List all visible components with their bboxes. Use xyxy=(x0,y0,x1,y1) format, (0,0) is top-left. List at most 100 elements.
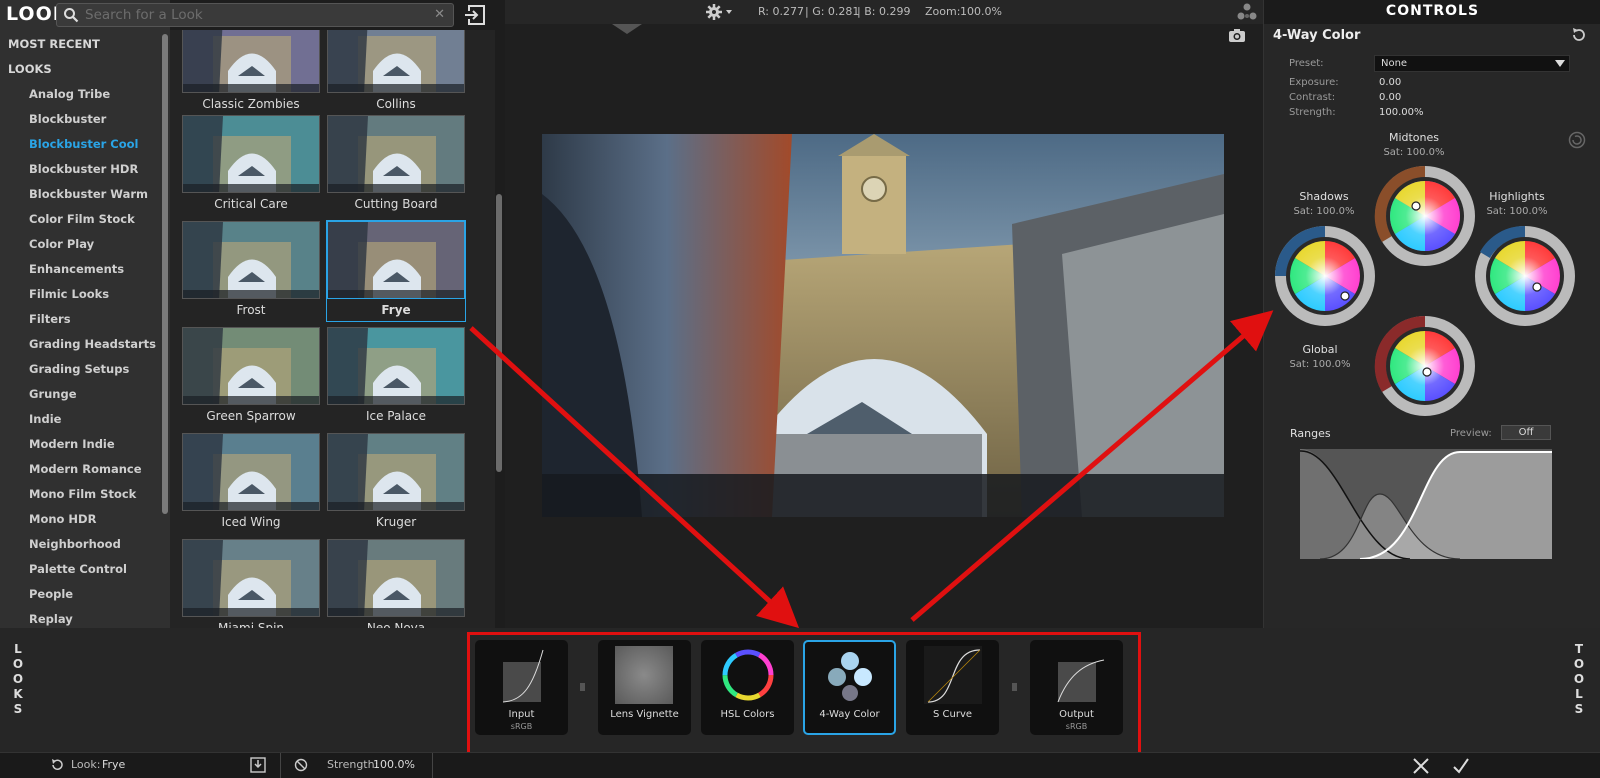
category-item[interactable]: Replay xyxy=(29,612,73,626)
look-thumbnail-label: Green Sparrow xyxy=(206,409,296,423)
category-scrollbar[interactable] xyxy=(162,34,168,514)
g-value: | G: 0.281 xyxy=(805,5,860,18)
camera-icon[interactable] xyxy=(1228,28,1246,43)
b-value: | B: 0.299 xyxy=(857,5,911,18)
disable-icon[interactable] xyxy=(294,758,308,772)
category-item[interactable]: Indie xyxy=(29,412,61,426)
save-look-icon[interactable] xyxy=(250,757,266,773)
look-thumbnail[interactable] xyxy=(327,327,465,405)
look-thumbnail-label: Neo Noya xyxy=(366,621,426,628)
category-item[interactable]: Filters xyxy=(29,312,71,326)
look-thumbnail[interactable] xyxy=(182,115,320,193)
look-thumbnail[interactable] xyxy=(182,433,320,511)
looks-side-tab[interactable]: LOOKS xyxy=(12,642,24,717)
zoom-label: Zoom: xyxy=(925,5,961,18)
category-item[interactable]: Neighborhood xyxy=(29,537,121,551)
preset-value: None xyxy=(1381,58,1408,69)
search-icon xyxy=(64,8,79,23)
look-thumbnail[interactable] xyxy=(327,30,465,93)
look-thumbnail-label: Ice Palace xyxy=(365,409,427,423)
zoom-value[interactable]: 100.0% xyxy=(960,5,1002,18)
strength-value[interactable]: 100.00% xyxy=(1379,107,1424,118)
look-thumbnail-label: Cutting Board xyxy=(354,197,438,211)
category-item[interactable]: Mono Film Stock xyxy=(29,487,136,501)
preset-label: Preset: xyxy=(1289,58,1324,69)
look-thumbnail[interactable] xyxy=(182,30,320,93)
look-thumbnail-label: Collins xyxy=(376,97,416,111)
tools-side-tab[interactable]: TOOLS xyxy=(1573,642,1585,717)
cancel-icon[interactable] xyxy=(1412,757,1430,775)
viewer-toolbar: R: 0.277 | G: 0.281 | B: 0.299 Zoom: 100… xyxy=(505,0,1263,24)
strength-status-value[interactable]: 100.0% xyxy=(373,758,415,771)
midtones-sat: Sat: 100.0% xyxy=(1383,147,1445,158)
look-value: Frye xyxy=(102,758,126,771)
exit-icon[interactable] xyxy=(463,4,487,26)
category-item-active[interactable]: Blockbuster Cool xyxy=(29,137,139,151)
category-item[interactable]: People xyxy=(29,587,73,601)
contrast-value[interactable]: 0.00 xyxy=(1379,92,1401,103)
r-value: R: 0.277 xyxy=(758,5,804,18)
annotation-highlight-box xyxy=(467,632,1141,756)
preview-toggle[interactable]: Off xyxy=(1501,425,1551,440)
look-thumbnail[interactable] xyxy=(327,115,465,193)
ranges-curves[interactable] xyxy=(1300,449,1552,559)
shadows-wheel[interactable] xyxy=(1275,226,1375,326)
look-thumbnail[interactable] xyxy=(327,433,465,511)
look-thumbnail-label: Critical Care xyxy=(214,197,288,211)
category-item[interactable]: Blockbuster xyxy=(29,112,106,126)
contrast-label: Contrast: xyxy=(1289,92,1336,103)
clear-search-icon[interactable]: ✕ xyxy=(434,7,445,22)
app-window: LOOKS MOST RECENT LOOKS Analog Tribe Blo… xyxy=(0,0,1600,778)
category-item[interactable]: Grunge xyxy=(29,387,77,401)
category-item[interactable]: Modern Romance xyxy=(29,462,142,476)
selected-look-frame xyxy=(326,220,466,322)
category-item[interactable]: Modern Indie xyxy=(29,437,115,451)
look-thumbnail[interactable] xyxy=(182,221,320,299)
category-looks[interactable]: LOOKS xyxy=(8,62,52,76)
look-thumbnail[interactable] xyxy=(182,539,320,617)
look-thumbnail[interactable] xyxy=(182,327,320,405)
look-thumbnail-label: Iced Wing xyxy=(221,515,281,529)
main-preview-image[interactable] xyxy=(542,134,1224,517)
category-sidebar: LOOKS MOST RECENT LOOKS Analog Tribe Blo… xyxy=(0,0,170,628)
category-item[interactable]: Mono HDR xyxy=(29,512,96,526)
status-bar: Look: Frye Strength: 100.0% xyxy=(0,752,1600,778)
tool-title: 4-Way Color xyxy=(1273,28,1361,43)
category-item[interactable]: Blockbuster HDR xyxy=(29,162,138,176)
category-item[interactable]: Grading Headstarts xyxy=(29,337,156,351)
midtones-wheel[interactable] xyxy=(1374,165,1475,266)
category-item[interactable]: Color Play xyxy=(29,237,94,251)
category-item[interactable]: Filmic Looks xyxy=(29,287,109,301)
apply-check-icon[interactable] xyxy=(1452,757,1470,775)
layout-icon[interactable] xyxy=(1236,3,1258,21)
wheel-reset-icon[interactable] xyxy=(1568,131,1586,149)
strength-status-label: Strength: xyxy=(327,758,379,771)
look-thumbnail-label: Frost xyxy=(236,303,266,317)
undo-icon[interactable] xyxy=(50,758,64,772)
category-item[interactable]: Grading Setups xyxy=(29,362,129,376)
look-label: Look: xyxy=(71,758,101,771)
category-item[interactable]: Palette Control xyxy=(29,562,127,576)
look-thumbnail-label: Kruger xyxy=(375,515,417,529)
category-item[interactable]: Analog Tribe xyxy=(29,87,110,101)
collapse-arrow-icon[interactable] xyxy=(612,24,642,36)
category-most-recent[interactable]: MOST RECENT xyxy=(8,37,100,51)
ranges-label: Ranges xyxy=(1290,427,1331,440)
global-wheel[interactable] xyxy=(1374,315,1475,416)
highlights-wheel[interactable] xyxy=(1475,225,1575,326)
category-item[interactable]: Color Film Stock xyxy=(29,212,135,226)
midtones-title: Midtones xyxy=(1388,131,1440,144)
chevron-down-icon xyxy=(1555,60,1565,67)
color-wheels xyxy=(1275,165,1575,416)
preset-dropdown[interactable]: None xyxy=(1374,55,1570,72)
look-thumbnail-label: Classic Zombies xyxy=(202,97,300,111)
thumbnail-scrollbar[interactable] xyxy=(496,194,502,472)
search-input[interactable] xyxy=(85,6,415,24)
status-divider xyxy=(280,753,281,778)
gear-icon[interactable] xyxy=(705,3,735,21)
category-item[interactable]: Enhancements xyxy=(29,262,124,276)
category-item[interactable]: Blockbuster Warm xyxy=(29,187,148,201)
look-thumbnail[interactable] xyxy=(327,539,465,617)
exposure-value[interactable]: 0.00 xyxy=(1379,77,1401,88)
reset-icon[interactable] xyxy=(1571,27,1587,43)
